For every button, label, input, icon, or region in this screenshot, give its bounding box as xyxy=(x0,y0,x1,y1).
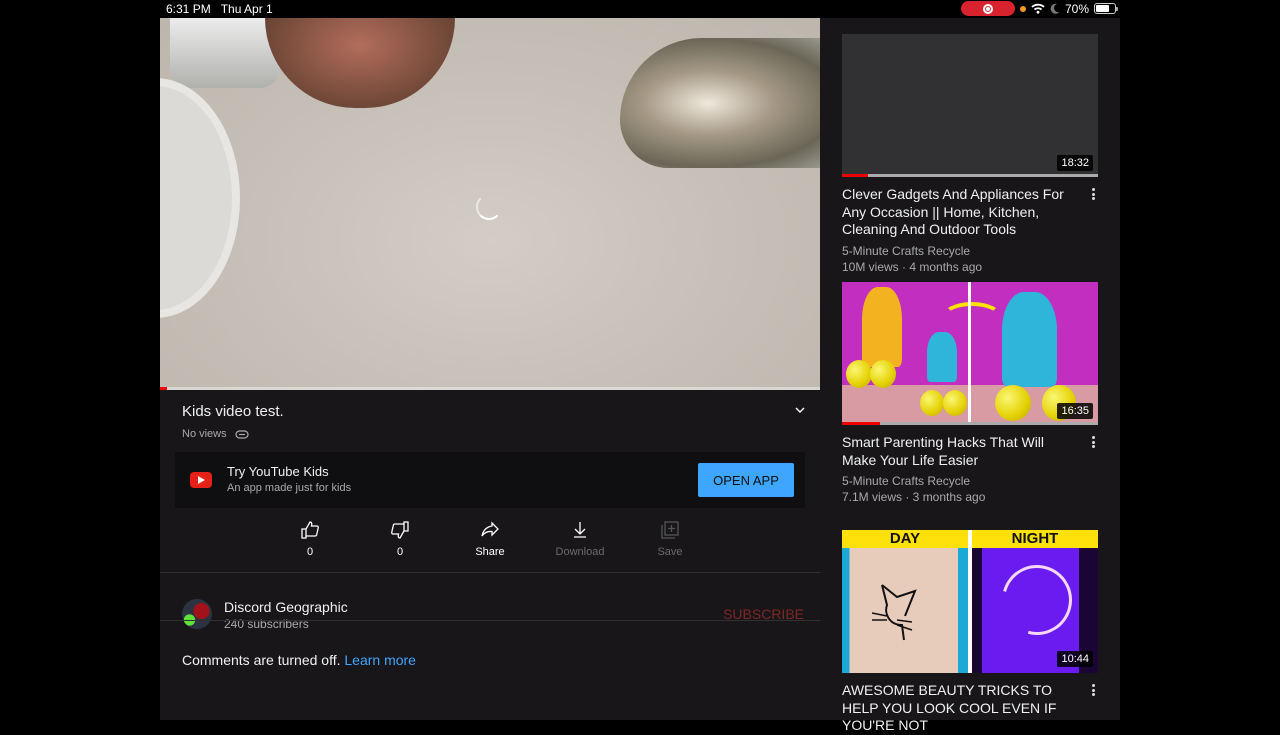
video-meta: 7.1M views · 3 months ago xyxy=(842,490,986,504)
download-label: Download xyxy=(555,546,605,558)
orange-dot-indicator xyxy=(1019,5,1026,12)
channel-avatar[interactable] xyxy=(182,599,212,629)
video-meta: 10M views · 4 months ago xyxy=(842,259,983,274)
dislike-count: 0 xyxy=(396,546,404,558)
status-time: 6:31 PM xyxy=(166,2,211,16)
like-count: 0 xyxy=(306,546,314,558)
related-video-card[interactable]: 16:35 Smart Parenting Hacks That Will Ma… xyxy=(842,282,1098,505)
open-app-button[interactable]: OPEN APP xyxy=(698,463,794,497)
promo-subtitle: An app made just for kids xyxy=(227,482,352,494)
status-bar: 6:31 PM Thu Apr 1 70% xyxy=(160,0,1120,18)
more-options-icon[interactable] xyxy=(1088,682,1098,698)
related-video-card[interactable]: DAY NIGHT 10:44 AWESOME BEAUTY TRICKS TO… xyxy=(842,530,1098,735)
share-label: Share xyxy=(475,546,505,558)
video-title[interactable]: Smart Parenting Hacks That Will Make You… xyxy=(842,434,1082,469)
moon-icon xyxy=(1050,3,1060,14)
cat-tattoo-icon xyxy=(871,584,917,641)
comments-notice: Comments are turned off. Learn more xyxy=(182,652,416,668)
chevron-down-icon[interactable] xyxy=(794,404,806,416)
channel-name: 5-Minute Crafts Recycle xyxy=(842,243,971,258)
save-label: Save xyxy=(657,546,683,558)
thumb-label-night: NIGHT xyxy=(972,530,1098,548)
channel-name: 5-Minute Crafts Recycle xyxy=(842,474,971,488)
more-options-icon[interactable] xyxy=(1088,434,1098,450)
video-thumbnail[interactable]: DAY NIGHT 10:44 xyxy=(842,530,1098,673)
learn-more-link[interactable]: Learn more xyxy=(344,652,416,668)
dislike-button[interactable]: 0 xyxy=(360,520,440,558)
share-icon xyxy=(481,521,499,537)
thumb-label-day: DAY xyxy=(842,530,968,548)
video-title[interactable]: AWESOME BEAUTY TRICKS TO HELP YOU LOOK C… xyxy=(842,682,1082,735)
view-count: No views xyxy=(182,428,227,440)
youtube-app: Kids video test. No views Try YouTube Ki… xyxy=(160,18,1120,733)
divider xyxy=(160,620,820,621)
download-button[interactable]: Download xyxy=(540,520,620,558)
comments-off-text: Comments are turned off. xyxy=(182,652,341,668)
battery-icon xyxy=(1094,3,1118,14)
unlisted-link-icon xyxy=(235,429,249,439)
channel-row: Discord Geographic 240 subscribers SUBSC… xyxy=(160,590,820,638)
video-progress-bar[interactable] xyxy=(160,387,820,390)
channel-name[interactable]: Discord Geographic xyxy=(224,599,348,615)
save-button[interactable]: Save xyxy=(630,520,710,558)
share-button[interactable]: Share xyxy=(450,520,530,558)
duration-badge: 16:35 xyxy=(1057,403,1093,419)
youtube-kids-logo-icon xyxy=(190,472,212,488)
video-title[interactable]: Kids video test. xyxy=(182,403,284,420)
divider xyxy=(160,572,820,573)
youtube-kids-promo: Try YouTube Kids An app made just for ki… xyxy=(175,452,805,508)
related-video-card[interactable]: 18:32 Clever Gadgets And Appliances For … xyxy=(842,34,1098,275)
download-icon xyxy=(574,522,586,538)
thumbs-down-icon xyxy=(391,521,409,539)
related-videos: 18:32 Clever Gadgets And Appliances For … xyxy=(820,18,1120,733)
video-thumbnail[interactable]: 18:32 xyxy=(842,34,1098,177)
more-options-icon[interactable] xyxy=(1088,186,1098,202)
screen-record-icon[interactable] xyxy=(960,1,1015,16)
wifi-icon xyxy=(1031,3,1045,14)
loading-spinner-icon xyxy=(476,194,502,220)
promo-title: Try YouTube Kids xyxy=(227,464,329,479)
video-thumbnail[interactable]: 16:35 xyxy=(842,282,1098,425)
add-to-playlist-icon xyxy=(661,521,679,539)
action-bar: 0 0 Share Download Save xyxy=(160,520,820,570)
status-date: Thu Apr 1 xyxy=(220,2,273,16)
duration-badge: 10:44 xyxy=(1057,651,1093,667)
video-title[interactable]: Clever Gadgets And Appliances For Any Oc… xyxy=(842,186,1082,239)
duration-badge: 18:32 xyxy=(1057,155,1093,171)
thumbs-up-icon xyxy=(301,521,319,539)
video-player[interactable] xyxy=(160,18,820,390)
like-button[interactable]: 0 xyxy=(270,520,350,558)
battery-percent: 70% xyxy=(1064,1,1089,16)
